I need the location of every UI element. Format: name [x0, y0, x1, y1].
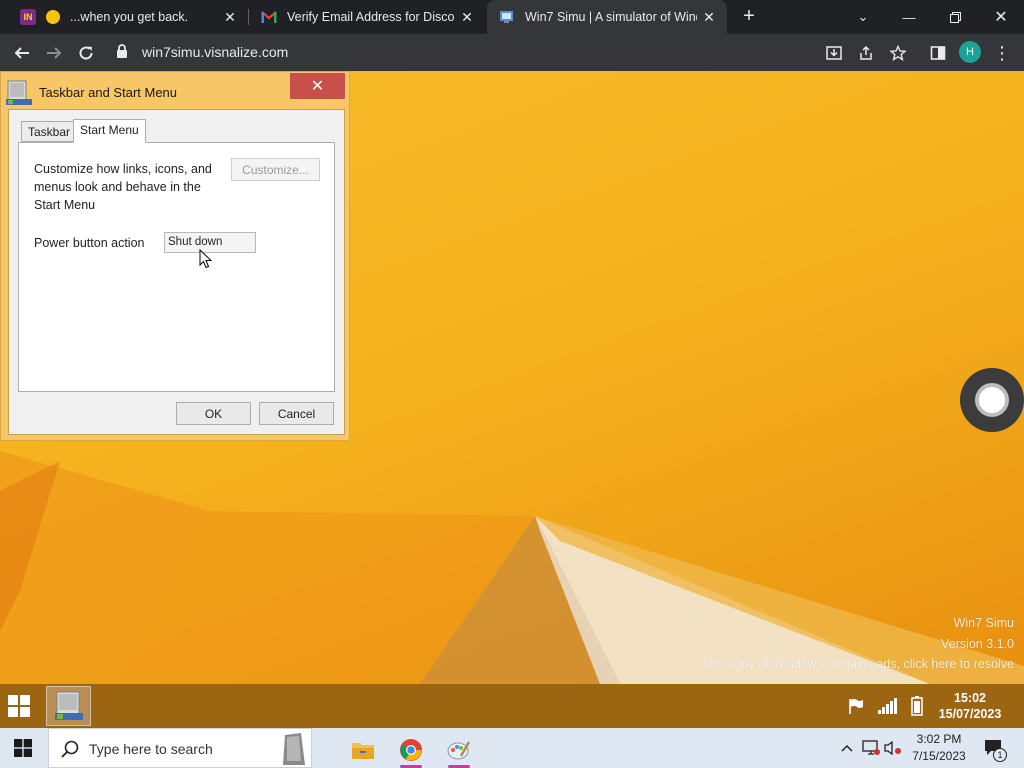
tab-title: Verify Email Address for Discord: [287, 10, 455, 24]
simulated-date: 15/07/2023: [938, 707, 1002, 721]
taskbar-start-menu-dialog: Taskbar and Start Menu ✕ Taskbar Start M…: [0, 71, 350, 441]
menu-kebab-icon[interactable]: ⋮: [988, 39, 1016, 67]
power-button-label: Power button action: [34, 236, 145, 250]
emoji-favicon-icon: [46, 10, 60, 24]
paint-palette-icon: [447, 741, 471, 760]
tab-taskbar[interactable]: Taskbar: [21, 121, 78, 142]
cancel-button[interactable]: Cancel: [259, 402, 334, 425]
paint-taskbar-button[interactable]: [436, 732, 482, 768]
search-placeholder: Type here to search: [89, 741, 213, 757]
restore-icon[interactable]: [932, 0, 978, 34]
taskbar-properties-icon: [6, 79, 32, 107]
record-icon: [975, 383, 1009, 417]
browser-tab-strip: IN ...when you get back. ✕ Verify Email …: [0, 0, 1024, 34]
host-date: 7/15/2023: [912, 749, 966, 763]
chrome-icon: [400, 739, 422, 761]
close-window-icon[interactable]: ✕: [978, 0, 1024, 34]
forward-icon[interactable]: [40, 39, 68, 67]
volume-muted-icon[interactable]: [884, 739, 902, 757]
show-hidden-icons-chevron-icon[interactable]: [838, 739, 856, 757]
side-panel-icon[interactable]: [924, 39, 952, 67]
new-tab-icon[interactable]: +: [738, 5, 760, 27]
browser-tab-1[interactable]: IN ...when you get back. ✕: [8, 0, 248, 34]
lock-icon[interactable]: [116, 44, 128, 63]
taskbar-search-box[interactable]: Type here to search: [48, 728, 312, 768]
action-center-flag-icon[interactable]: [846, 696, 866, 716]
close-tab-icon[interactable]: ✕: [697, 9, 721, 26]
close-icon: ✕: [310, 78, 325, 95]
close-tab-icon[interactable]: ✕: [455, 9, 479, 26]
gmail-icon: [261, 9, 277, 25]
browser-tab-3[interactable]: Win7 Simu | A simulator of Wind ✕: [487, 0, 727, 34]
mouse-cursor-icon: [199, 249, 212, 269]
tab-search-chevron-icon[interactable]: ⌄: [840, 0, 886, 34]
simulated-taskbar: 15:02 15/07/2023: [0, 684, 1024, 728]
watermark-version: Version 3.1.0: [941, 637, 1014, 651]
chrome-taskbar-button[interactable]: [388, 732, 434, 768]
minimize-icon[interactable]: —: [886, 0, 932, 34]
customize-button[interactable]: Customize...: [231, 158, 320, 181]
host-time: 3:02 PM: [916, 732, 962, 746]
browser-tab-2[interactable]: Verify Email Address for Discord ✕: [249, 0, 485, 34]
bookmark-star-icon[interactable]: [884, 39, 912, 67]
install-app-icon[interactable]: [820, 39, 848, 67]
share-icon[interactable]: [852, 39, 880, 67]
back-icon[interactable]: [8, 39, 36, 67]
tab-title: Win7 Simu | A simulator of Wind: [525, 10, 697, 24]
address-bar[interactable]: win7simu.visnalize.com: [108, 37, 918, 67]
ok-button[interactable]: OK: [176, 402, 251, 425]
windows-start-icon[interactable]: [14, 739, 32, 757]
customize-description: Customize how links, icons, and menus lo…: [34, 162, 212, 212]
win7simu-icon: [499, 9, 515, 25]
watermark-product: Win7 Simu: [953, 616, 1014, 630]
dialog-title: Taskbar and Start Menu: [39, 85, 178, 100]
host-taskbar: Type here to search 3:02 PM 7/15/2023 1: [0, 728, 1024, 768]
tab-title: ...when you get back.: [70, 10, 189, 24]
file-explorer-taskbar-button[interactable]: [340, 732, 386, 768]
search-highlight-icon[interactable]: [279, 731, 309, 768]
notification-count-badge: 1: [993, 748, 1007, 762]
app-favicon-icon: IN: [20, 9, 36, 25]
taskbar-properties-task-button[interactable]: [46, 686, 91, 726]
search-icon: [61, 740, 79, 763]
simulated-clock[interactable]: 15:02 15/07/2023: [930, 690, 1010, 722]
reload-icon[interactable]: [72, 39, 100, 67]
url-text[interactable]: win7simu.visnalize.com: [142, 44, 288, 60]
network-disconnected-icon[interactable]: [862, 739, 880, 757]
windows-start-icon[interactable]: [8, 695, 30, 717]
dialog-close-button[interactable]: ✕: [290, 73, 345, 99]
folder-icon: [352, 743, 374, 759]
host-clock[interactable]: 3:02 PM 7/15/2023: [904, 731, 974, 765]
watermark-activation-link[interactable]: This copy of Windows contains ads, click…: [701, 657, 1014, 671]
network-signal-icon[interactable]: [877, 696, 897, 716]
simulated-time: 15:02: [954, 691, 986, 705]
close-tab-icon[interactable]: ✕: [218, 9, 242, 26]
start-menu-panel: Customize how links, icons, and menus lo…: [18, 142, 335, 392]
browser-toolbar: win7simu.visnalize.com ⋮: [0, 34, 1024, 71]
taskbar-properties-icon: [54, 691, 83, 720]
dialog-client-area: Taskbar Start Menu Customize how links, …: [8, 109, 345, 435]
floating-action-button[interactable]: [960, 368, 1024, 432]
profile-avatar[interactable]: H: [959, 41, 981, 63]
battery-icon[interactable]: [907, 696, 927, 716]
tab-start-menu[interactable]: Start Menu: [73, 119, 146, 143]
